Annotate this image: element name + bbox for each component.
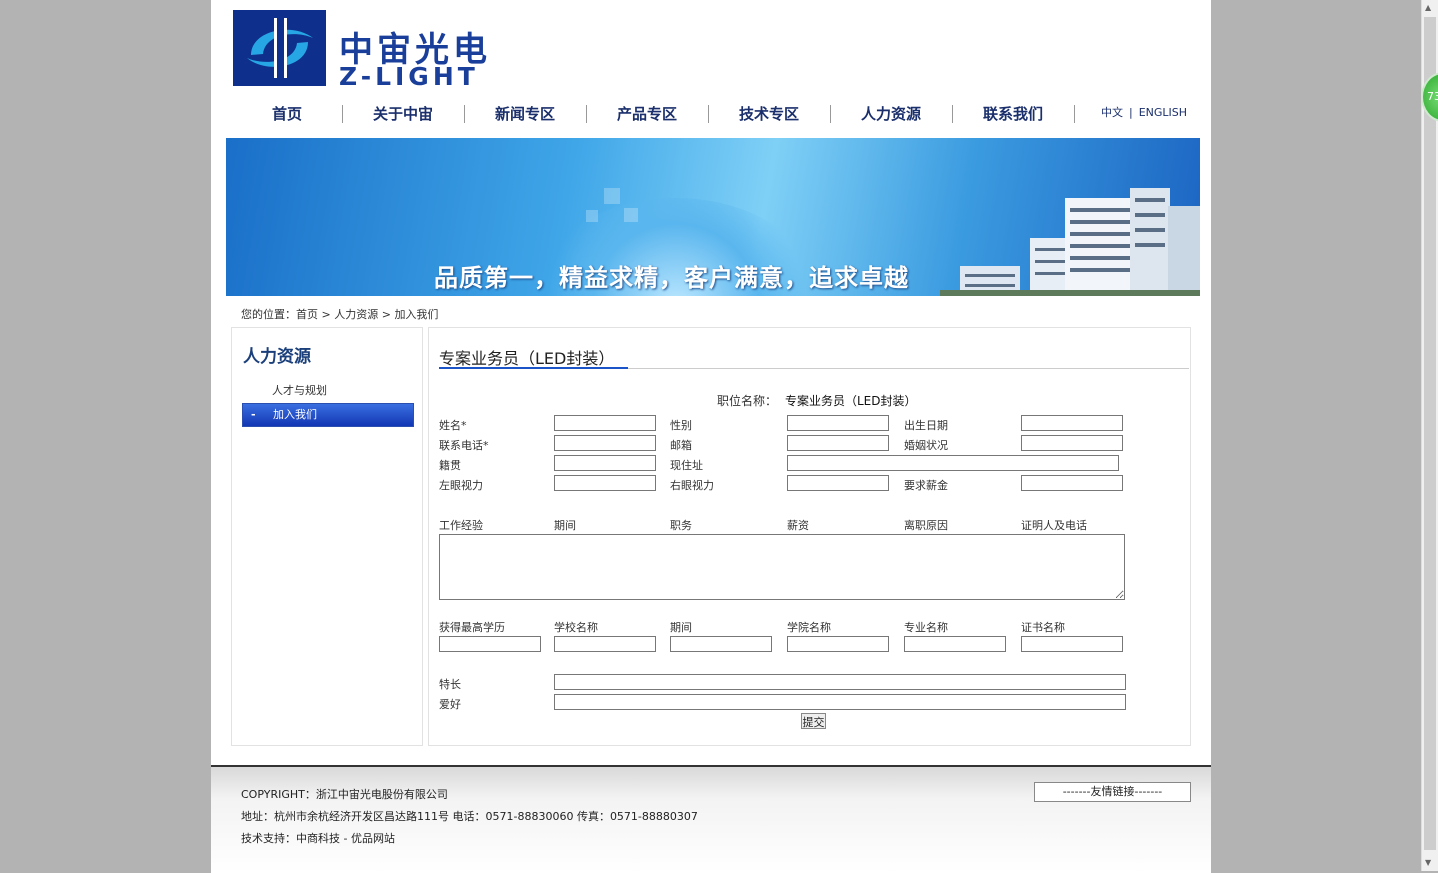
phone-field[interactable] [554,435,656,451]
native-place-label: 籍贯 [439,459,461,472]
position-name-value: 专案业务员（LED封装） [785,394,917,408]
nav-divider [1074,105,1075,123]
sidebar-item-label: 加入我们 [273,408,317,421]
footer-tech-support: 技术支持：中商科技 - 优品网站 [241,832,395,845]
left-eye-label: 左眼视力 [439,479,483,492]
nav-item-tech[interactable]: 技术专区 [708,101,830,127]
page-title: 专案业务员（LED封装） [439,349,615,368]
friend-links-select[interactable]: -------友情链接------- [1034,782,1191,802]
college-field[interactable] [787,636,889,652]
hero-banner: 品质第一，精益求精，客户满意，追求卓越 [226,138,1200,296]
native-place-field[interactable] [554,455,656,471]
breadcrumb-prefix: 您的位置： [241,308,296,321]
major-field[interactable] [904,636,1006,652]
gender-label: 性别 [670,419,692,432]
main-nav: 首页 关于中宙 新闻专区 产品专区 技术专区 人力资源 联系我们 [226,101,1201,127]
email-field[interactable] [787,435,889,451]
work-col-salary: 薪资 [787,519,809,532]
position-name-label: 职位名称： [717,394,778,408]
sidebar-title: 人力资源 [243,347,311,367]
marital-status-field[interactable] [1021,435,1123,451]
nav-item-home[interactable]: 首页 [226,101,348,127]
lang-chinese-link[interactable]: 中文 [1101,106,1123,119]
right-eye-field[interactable] [787,475,889,491]
phone-label: 联系电话* [439,439,489,452]
logo-english-name: Z-LIGHT [339,62,479,91]
language-switch: 中文 | ENGLISH [1101,104,1187,120]
site-logo[interactable]: 中宙光电 Z-LIGHT [233,10,513,91]
certificate-field[interactable] [1021,636,1123,652]
work-experience-textarea[interactable] [439,534,1125,600]
nav-item-products[interactable]: 产品专区 [586,101,708,127]
school-field[interactable] [554,636,656,652]
email-label: 邮箱 [670,439,692,452]
page-scrollbar[interactable]: ▲ ▼ [1421,0,1438,871]
banner-decor-square [624,208,638,222]
banner-slogan: 品质第一，精益求精，客户满意，追求卓越 [434,264,909,292]
banner-decor-square [586,210,598,222]
hobby-label: 爱好 [439,698,461,711]
active-marker-icon: - [251,408,256,421]
title-underline-accent [439,367,628,369]
scrollbar-thumb[interactable] [1424,17,1436,850]
site-footer: COPYRIGHT：浙江中宙光电股份有限公司 地址：杭州市余杭经济开发区昌达路1… [211,765,1211,873]
breadcrumb: 您的位置：首页 > 人力资源 > 加入我们 [241,306,438,322]
breadcrumb-section-link[interactable]: 人力资源 [334,308,378,321]
edu-col-certificate: 证书名称 [1021,621,1065,634]
job-application-panel: 专案业务员（LED封装） 职位名称： 专案业务员（LED封装） 姓名* 性别 出… [428,327,1191,746]
sidebar-item-talent-planning[interactable]: 人才与规划 [242,380,412,402]
edu-period-field[interactable] [670,636,772,652]
left-eye-field[interactable] [554,475,656,491]
gender-field[interactable] [787,415,889,431]
banner-decor-square [604,188,620,204]
salary-label: 要求薪金 [904,479,948,492]
breadcrumb-current: 加入我们 [394,308,439,321]
breadcrumb-separator: > [378,308,395,321]
address-field[interactable] [787,455,1119,471]
work-col-reference: 证明人及电话 [1021,519,1087,532]
edu-col-period: 期间 [670,621,692,634]
sidebar-item-join-us[interactable]: - 加入我们 [242,403,414,427]
scroll-up-arrow-icon[interactable]: ▲ [1425,3,1431,12]
footer-address: 地址：杭州市余杭经济开发区昌达路111号 电话：0571-88830060 传真… [241,810,698,823]
specialty-label: 特长 [439,678,461,691]
edu-col-school: 学校名称 [554,621,598,634]
sidebar: 人力资源 人才与规划 - 加入我们 [231,327,423,746]
address-label: 现住址 [670,459,703,472]
birth-date-label: 出生日期 [904,419,948,432]
nav-item-hr[interactable]: 人力资源 [830,101,952,127]
building-illustration-icon [940,188,1200,296]
edu-col-college: 学院名称 [787,621,831,634]
submit-button[interactable]: 提交 [801,713,826,729]
salary-field[interactable] [1021,475,1123,491]
marital-status-label: 婚姻状况 [904,439,948,452]
breadcrumb-separator: > [318,308,335,321]
edu-col-degree: 获得最高学历 [439,621,505,634]
name-field[interactable] [554,415,656,431]
work-experience-label: 工作经验 [439,519,483,532]
work-col-position: 职务 [670,519,692,532]
nav-item-about[interactable]: 关于中宙 [342,101,464,127]
page-container: 中宙光电 Z-LIGHT 首页 关于中宙 新闻专区 产品专区 技术专区 人力资源… [211,0,1211,873]
logo-mark-icon [233,10,326,86]
scroll-down-arrow-icon[interactable]: ▼ [1425,858,1431,867]
work-col-leave-reason: 离职原因 [904,519,948,532]
nav-item-news[interactable]: 新闻专区 [464,101,586,127]
name-label: 姓名* [439,419,467,432]
edu-col-major: 专业名称 [904,621,948,634]
nav-item-contact[interactable]: 联系我们 [952,101,1074,127]
lang-separator: | [1129,106,1133,119]
specialty-field[interactable] [554,674,1126,690]
birth-date-field[interactable] [1021,415,1123,431]
lang-english-link[interactable]: ENGLISH [1139,106,1187,119]
footer-copyright: COPYRIGHT：浙江中宙光电股份有限公司 [241,788,448,801]
breadcrumb-home-link[interactable]: 首页 [296,308,318,321]
degree-field[interactable] [439,636,541,652]
hobby-field[interactable] [554,694,1126,710]
sidebar-item-label: 人才与规划 [272,384,327,397]
work-col-period: 期间 [554,519,576,532]
right-eye-label: 右眼视力 [670,479,714,492]
